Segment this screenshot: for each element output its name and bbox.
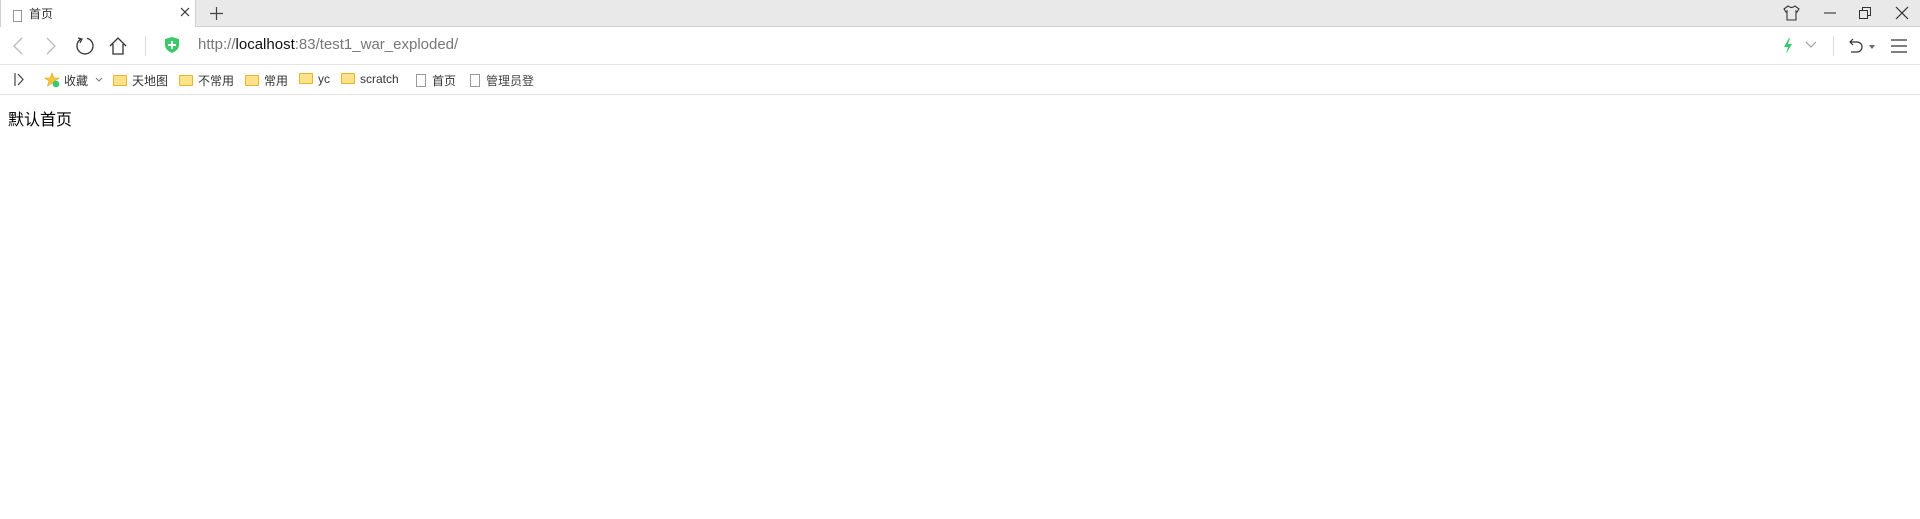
shield-plus-icon[interactable] bbox=[165, 37, 179, 53]
folder-icon bbox=[299, 73, 313, 84]
close-window-icon[interactable] bbox=[1895, 6, 1909, 20]
bookmark-folder[interactable]: yc bbox=[299, 72, 330, 86]
undo-icon[interactable] bbox=[1848, 37, 1864, 55]
back-icon[interactable] bbox=[12, 37, 24, 55]
reload-icon[interactable] bbox=[75, 36, 95, 56]
url-host: localhost bbox=[235, 36, 295, 53]
address-bar[interactable]: http://localhost:83/test1_war_exploded/ bbox=[198, 36, 458, 53]
tab-active[interactable]: 首页 bbox=[0, 0, 196, 28]
folder-icon bbox=[179, 75, 193, 86]
bookmark-page[interactable]: 首页 bbox=[416, 72, 456, 89]
chevron-down-icon[interactable] bbox=[95, 77, 103, 83]
star-icon bbox=[44, 72, 60, 88]
url-path: :83/test1_war_exploded/ bbox=[294, 36, 459, 53]
folder-icon bbox=[113, 75, 127, 86]
url-scheme: http:// bbox=[198, 36, 236, 53]
tab-title: 首页 bbox=[29, 7, 54, 21]
navigation-toolbar: http://localhost:83/test1_war_exploded/ bbox=[0, 27, 1920, 65]
bookmark-favorites[interactable]: 收藏 bbox=[64, 72, 88, 89]
divider bbox=[1833, 36, 1834, 56]
plus-icon[interactable] bbox=[209, 6, 224, 21]
lightning-icon[interactable] bbox=[1783, 38, 1793, 54]
home-icon[interactable] bbox=[108, 36, 128, 56]
bookmark-page[interactable]: 管理员登 bbox=[470, 72, 534, 89]
tab-strip: 首页 bbox=[0, 0, 1920, 28]
dropdown-arrow-icon[interactable] bbox=[1869, 45, 1875, 49]
page-icon bbox=[13, 7, 28, 25]
divider bbox=[145, 36, 146, 56]
bookmark-folder[interactable]: 常用 bbox=[245, 72, 288, 89]
page-icon bbox=[470, 74, 480, 87]
minimize-icon[interactable] bbox=[1823, 6, 1837, 20]
menu-icon[interactable] bbox=[1891, 39, 1907, 53]
sidebar-toggle-icon[interactable] bbox=[14, 73, 24, 86]
bookmarks-bar: 收藏 天地图 不常用 常用 yc scratch 首页 管理员登 bbox=[0, 65, 1920, 95]
chevron-down-icon[interactable] bbox=[1805, 41, 1817, 49]
page-content-text: 默认首页 bbox=[8, 112, 73, 129]
bookmark-folder[interactable]: 天地图 bbox=[113, 72, 168, 89]
folder-icon bbox=[245, 75, 259, 86]
close-icon[interactable] bbox=[179, 6, 191, 18]
folder-icon bbox=[341, 73, 355, 84]
tshirt-icon[interactable] bbox=[1783, 5, 1800, 21]
bookmark-folder[interactable]: scratch bbox=[341, 72, 399, 86]
page-icon bbox=[416, 74, 426, 87]
restore-icon[interactable] bbox=[1858, 6, 1872, 20]
bookmark-folder[interactable]: 不常用 bbox=[179, 72, 234, 89]
forward-icon[interactable] bbox=[45, 37, 57, 55]
